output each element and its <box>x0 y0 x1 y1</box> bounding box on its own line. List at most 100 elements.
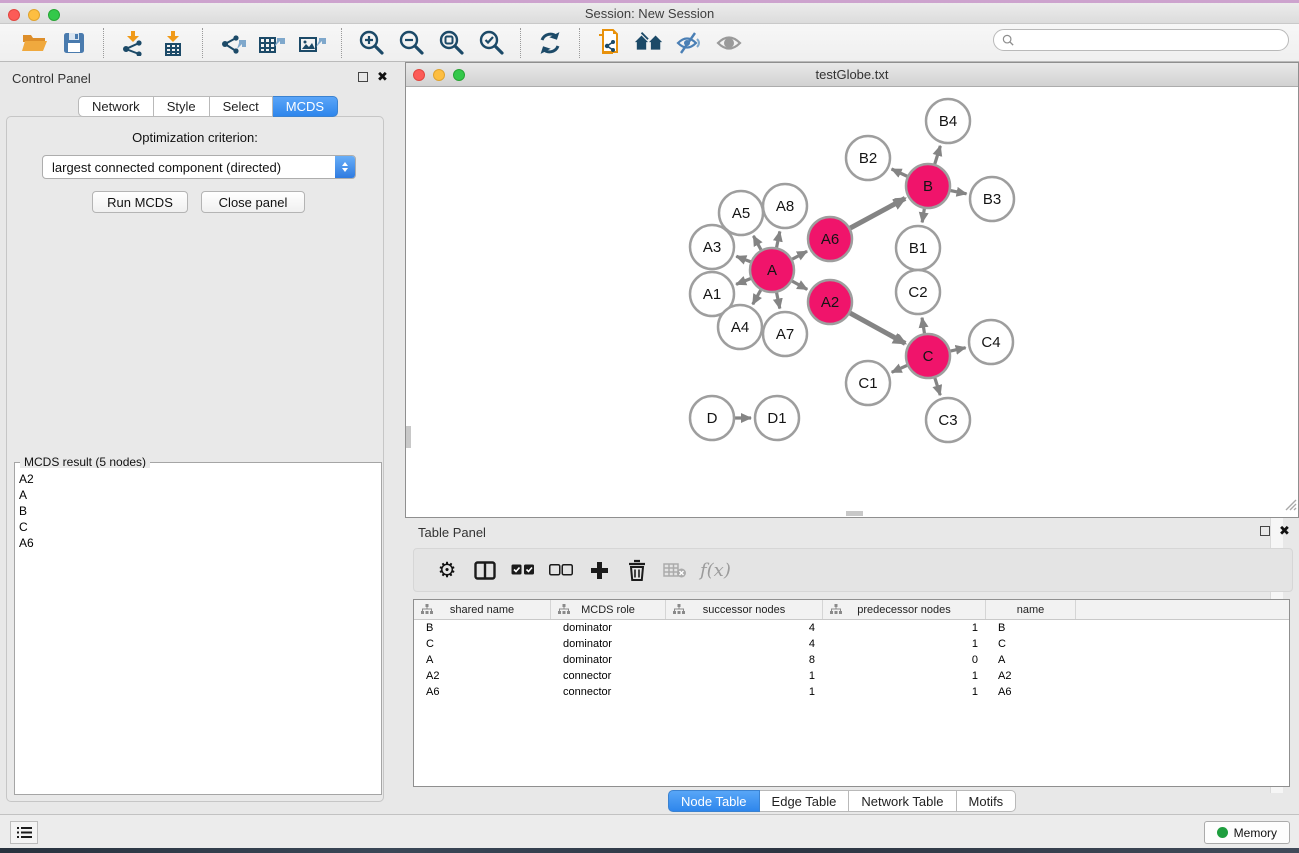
close-panel-button[interactable]: Close panel <box>201 191 305 213</box>
column-header-name[interactable]: name <box>986 600 1076 619</box>
table-cell: 1 <box>823 684 986 700</box>
table-settings-gear-icon[interactable]: ⚙ <box>432 555 462 585</box>
select-all-rows-icon[interactable] <box>508 555 538 585</box>
zoom-selected-icon[interactable] <box>476 28 506 58</box>
table-panel-close-icon[interactable]: ✖ <box>1279 526 1290 536</box>
show-graphics-details-icon[interactable] <box>714 28 744 58</box>
zoom-window-button[interactable] <box>48 9 60 21</box>
toolbar-separator <box>341 28 342 58</box>
column-header-successor-nodes[interactable]: successor nodes <box>666 600 823 619</box>
control-panel-title: Control Panel <box>12 71 91 86</box>
tab-network-table[interactable]: Network Table <box>849 790 956 812</box>
window-resize-grip[interactable] <box>1283 497 1297 516</box>
export-table-icon[interactable] <box>257 28 287 58</box>
optimization-criterion-select[interactable]: largest connected component (directed) <box>42 155 356 179</box>
network-canvas[interactable]: B4B2BB3A8A5A6A3B1AC2A1A2A4A7C4CC1C3DD1 <box>406 88 1298 517</box>
import-table-icon[interactable] <box>158 28 188 58</box>
graph-node-label: C1 <box>858 375 877 392</box>
delete-column-trash-icon[interactable] <box>622 555 652 585</box>
toolbar-separator <box>202 28 203 58</box>
refresh-icon[interactable] <box>535 28 565 58</box>
mcds-result-item[interactable]: B <box>19 503 361 519</box>
tab-mcds[interactable]: MCDS <box>273 96 338 117</box>
network-view-titlebar[interactable]: testGlobe.txt <box>406 63 1298 87</box>
zoom-fit-icon[interactable] <box>436 28 466 58</box>
table-row[interactable]: Bdominator41B <box>414 620 1289 636</box>
export-image-icon[interactable] <box>297 28 327 58</box>
task-history-button[interactable] <box>10 821 38 844</box>
table-panel-title: Table Panel <box>418 525 486 540</box>
run-mcds-button[interactable]: Run MCDS <box>92 191 188 213</box>
hide-graphics-details-icon[interactable] <box>674 28 704 58</box>
mcds-result-list[interactable]: A2ABCA6 <box>15 468 361 793</box>
tab-network[interactable]: Network <box>78 96 154 117</box>
graph-node-label: B <box>923 178 933 195</box>
export-network-icon[interactable] <box>217 28 247 58</box>
search-input[interactable] <box>1019 31 1288 49</box>
save-session-icon[interactable] <box>59 28 89 58</box>
tab-motifs[interactable]: Motifs <box>957 790 1017 812</box>
network-from-file-icon[interactable] <box>594 28 624 58</box>
graph-node-label: B1 <box>909 240 927 257</box>
table-cell: dominator <box>551 620 666 636</box>
main-titlebar[interactable]: Session: New Session <box>0 3 1299 24</box>
column-header-predecessor-nodes[interactable]: predecessor nodes <box>823 600 986 619</box>
network-zoom-button[interactable] <box>453 69 465 81</box>
table-cell: A6 <box>986 684 1076 700</box>
graph-node-label: A7 <box>776 326 794 343</box>
table-panel-float-icon[interactable] <box>1260 526 1270 536</box>
zoom-in-icon[interactable] <box>356 28 386 58</box>
network-close-button[interactable] <box>413 69 425 81</box>
mcds-result-item[interactable]: A2 <box>19 471 361 487</box>
create-column-plus-icon[interactable] <box>584 555 614 585</box>
table-row[interactable]: A6connector11A6 <box>414 684 1289 700</box>
table-cell: A2 <box>986 668 1076 684</box>
function-builder-icon[interactable]: f(x) <box>700 560 731 581</box>
table-cell: C <box>986 636 1076 652</box>
search-icon <box>1002 34 1014 46</box>
optimization-criterion-label: Optimization criterion: <box>0 130 390 145</box>
tab-select[interactable]: Select <box>210 96 273 117</box>
table-row[interactable]: A2connector11A2 <box>414 668 1289 684</box>
table-cell: 8 <box>666 652 823 668</box>
main-toolbar <box>0 24 1299 62</box>
table-cell-filler <box>1076 668 1289 684</box>
network-vertical-scrollbar[interactable] <box>406 426 411 448</box>
list-icon <box>17 826 32 839</box>
column-header-filler <box>1076 600 1289 619</box>
memory-label: Memory <box>1234 826 1277 840</box>
deselect-all-rows-icon[interactable] <box>546 555 576 585</box>
import-network-icon[interactable] <box>118 28 148 58</box>
network-horizontal-scrollbar[interactable] <box>846 511 863 516</box>
table-cell: dominator <box>551 652 666 668</box>
mcds-result-item[interactable]: C <box>19 519 361 535</box>
graph-node-label: D1 <box>767 410 786 427</box>
toolbar-separator <box>579 28 580 58</box>
hierarchy-icon <box>830 604 842 615</box>
table-cell: 1 <box>823 668 986 684</box>
tab-node-table[interactable]: Node Table <box>668 790 760 812</box>
table-row[interactable]: Adominator80A <box>414 652 1289 668</box>
network-minimize-button[interactable] <box>433 69 445 81</box>
zoom-out-icon[interactable] <box>396 28 426 58</box>
open-session-icon[interactable] <box>19 28 49 58</box>
minimize-window-button[interactable] <box>28 9 40 21</box>
control-panel-float-icon[interactable] <box>358 72 368 82</box>
home-icon[interactable] <box>634 28 664 58</box>
tab-edge-table[interactable]: Edge Table <box>760 790 850 812</box>
delete-table-icon[interactable] <box>660 555 690 585</box>
split-panel-icon[interactable] <box>470 555 500 585</box>
table-cell: 4 <box>666 620 823 636</box>
table-cell-filler <box>1076 684 1289 700</box>
column-header-shared-name[interactable]: shared name <box>414 600 551 619</box>
search-field[interactable] <box>993 29 1289 51</box>
mcds-result-item[interactable]: A <box>19 487 361 503</box>
column-header-mcds-role[interactable]: MCDS role <box>551 600 666 619</box>
control-panel-close-icon[interactable]: ✖ <box>377 72 388 82</box>
close-window-button[interactable] <box>8 9 20 21</box>
control-panel-tabs: Network Style Select MCDS <box>78 96 338 117</box>
tab-style[interactable]: Style <box>154 96 210 117</box>
mcds-result-item[interactable]: A6 <box>19 535 361 551</box>
memory-button[interactable]: Memory <box>1204 821 1290 844</box>
table-row[interactable]: Cdominator41C <box>414 636 1289 652</box>
